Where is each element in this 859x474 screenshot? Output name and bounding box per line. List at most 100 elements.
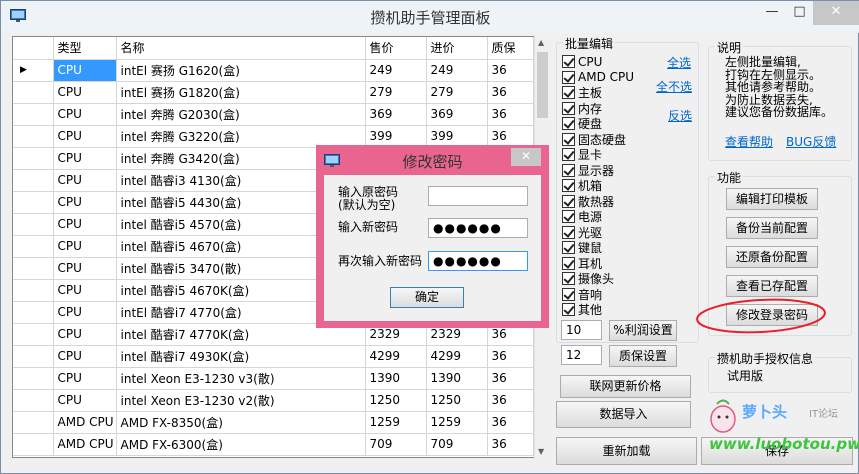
cell-warranty[interactable]: 36 <box>487 411 534 434</box>
checkbox-checked-icon[interactable] <box>562 194 575 208</box>
ok-button[interactable]: 确定 <box>390 287 464 308</box>
cell-warranty[interactable]: 36 <box>487 59 534 82</box>
warranty-settings-button[interactable]: 质保设置 <box>609 345 677 367</box>
row-header[interactable] <box>13 235 54 258</box>
category-checkbox-row[interactable]: 其他 <box>562 302 652 318</box>
cell-price[interactable]: 1390 <box>365 367 427 390</box>
cell-cost[interactable]: 709 <box>426 433 488 456</box>
category-checkbox-row[interactable]: 固态硬盘 <box>562 132 652 148</box>
maximize-button[interactable]: □ <box>786 1 813 25</box>
cell-warranty[interactable]: 36 <box>487 125 534 148</box>
cell-type[interactable]: AMD CPU <box>53 433 117 456</box>
row-header[interactable] <box>13 367 54 390</box>
category-checkbox-row[interactable]: 电源 <box>562 209 652 225</box>
select-none-link[interactable]: 全不选 <box>656 78 692 95</box>
row-header[interactable] <box>13 81 54 104</box>
cell-type[interactable]: CPU <box>53 367 117 390</box>
category-checkbox-row[interactable]: 摄像头 <box>562 271 652 287</box>
cell-name[interactable]: intel 酷睿i7 4930K(盒) <box>116 345 366 368</box>
checkbox-checked-icon[interactable] <box>562 70 575 84</box>
row-header[interactable] <box>13 323 54 346</box>
category-checkbox-row[interactable]: AMD CPU <box>562 70 652 86</box>
cell-type[interactable]: CPU <box>53 235 117 258</box>
confirm-password-field[interactable]: ●●●●●● <box>428 251 528 271</box>
cell-price[interactable]: 709 <box>365 433 427 456</box>
checkbox-checked-icon[interactable] <box>562 148 575 162</box>
cell-price[interactable]: 279 <box>365 81 427 104</box>
scroll-down-icon[interactable]: ▼ <box>538 447 544 456</box>
checkbox-checked-icon[interactable] <box>562 179 575 193</box>
row-header[interactable] <box>13 411 54 434</box>
cell-type[interactable]: CPU <box>53 345 117 368</box>
cell-warranty[interactable]: 36 <box>487 345 534 368</box>
table-row[interactable]: CPU intel 奔腾 G2030(盒) 369 369 36 <box>13 103 534 126</box>
cell-type[interactable]: CPU <box>53 59 117 82</box>
cell-type[interactable]: CPU <box>53 279 117 302</box>
cell-type[interactable]: CPU <box>53 213 117 236</box>
row-header[interactable] <box>13 279 54 302</box>
bug-report-link[interactable]: BUG反馈 <box>786 133 836 150</box>
cell-warranty[interactable]: 36 <box>487 389 534 412</box>
row-header[interactable] <box>13 389 54 412</box>
select-all-link[interactable]: 全选 <box>667 54 691 71</box>
checkbox-checked-icon[interactable] <box>562 132 575 146</box>
column-header-price[interactable]: 售价 <box>365 37 427 60</box>
cell-name[interactable]: AMD FX-6300(盒) <box>116 433 366 456</box>
cell-type[interactable]: AMD CPU <box>53 411 117 434</box>
minimize-button[interactable]: — <box>758 1 786 25</box>
table-row[interactable]: ▶ CPU intEl 赛扬 G1620(盒) 249 249 36 <box>13 59 534 82</box>
checkbox-checked-icon[interactable] <box>562 241 575 255</box>
row-header[interactable]: ▶ <box>13 59 54 82</box>
profit-input[interactable]: 10 <box>561 320 602 340</box>
cell-cost[interactable]: 279 <box>426 81 488 104</box>
table-row[interactable]: CPU intel Xeon E3-1230 v2(散) 1250 1250 36 <box>13 389 534 412</box>
category-checkbox-row[interactable]: 内存 <box>562 101 652 117</box>
cell-warranty[interactable]: 36 <box>487 103 534 126</box>
cell-price[interactable]: 399 <box>365 125 427 148</box>
category-checkbox-row[interactable]: 显卡 <box>562 147 652 163</box>
category-checkbox-row[interactable]: 主板 <box>562 85 652 101</box>
row-header[interactable] <box>13 433 54 456</box>
column-header-cost[interactable]: 进价 <box>426 37 488 60</box>
edit-print-template-button[interactable]: 编辑打印模板 <box>726 188 818 210</box>
network-update-price-button[interactable]: 联网更新价格 <box>560 375 691 398</box>
reload-button[interactable]: 重新加载 <box>556 437 697 465</box>
cell-type[interactable]: CPU <box>53 147 117 170</box>
row-header[interactable] <box>13 301 54 324</box>
cell-price[interactable]: 369 <box>365 103 427 126</box>
cell-name[interactable]: intel Xeon E3-1230 v2(散) <box>116 389 366 412</box>
cell-type[interactable]: CPU <box>53 257 117 280</box>
category-checkbox-row[interactable]: 耳机 <box>562 256 652 272</box>
cell-price[interactable]: 4299 <box>365 345 427 368</box>
column-header-warranty[interactable]: 质保 <box>487 37 534 60</box>
checkbox-checked-icon[interactable] <box>562 86 575 100</box>
restore-backup-button[interactable]: 还原备份配置 <box>726 246 818 268</box>
cell-warranty[interactable]: 36 <box>487 367 534 390</box>
table-row[interactable]: CPU intEl 赛扬 G1820(盒) 279 279 36 <box>13 81 534 104</box>
cell-name[interactable]: intEl 赛扬 G1820(盒) <box>116 81 366 104</box>
row-header[interactable] <box>13 345 54 368</box>
checkbox-checked-icon[interactable] <box>562 287 575 301</box>
view-help-link[interactable]: 查看帮助 <box>725 133 773 150</box>
checkbox-checked-icon[interactable] <box>562 101 575 115</box>
table-row[interactable]: CPU intel Xeon E3-1230 v3(散) 1390 1390 36 <box>13 367 534 390</box>
cell-name[interactable]: intel 奔腾 G3220(盒) <box>116 125 366 148</box>
cell-type[interactable]: CPU <box>53 81 117 104</box>
scroll-thumb[interactable] <box>537 52 548 118</box>
cell-cost[interactable]: 369 <box>426 103 488 126</box>
checkbox-checked-icon[interactable] <box>562 303 575 317</box>
data-import-button[interactable]: 数据导入 <box>556 401 691 428</box>
cell-name[interactable]: intel 奔腾 G2030(盒) <box>116 103 366 126</box>
category-checkbox-row[interactable]: 散热器 <box>562 194 652 210</box>
cell-type[interactable]: CPU <box>53 323 117 346</box>
cell-price[interactable]: 1250 <box>365 389 427 412</box>
cell-type[interactable]: CPU <box>53 191 117 214</box>
cell-warranty[interactable]: 36 <box>487 81 534 104</box>
checkbox-checked-icon[interactable] <box>562 272 575 286</box>
category-checkbox-row[interactable]: 音响 <box>562 287 652 303</box>
table-row[interactable]: AMD CPU AMD FX-6300(盒) 709 709 36 <box>13 433 534 456</box>
row-header[interactable] <box>13 147 54 170</box>
checkbox-checked-icon[interactable] <box>562 117 575 131</box>
cell-cost[interactable]: 1259 <box>426 411 488 434</box>
row-header[interactable] <box>13 213 54 236</box>
